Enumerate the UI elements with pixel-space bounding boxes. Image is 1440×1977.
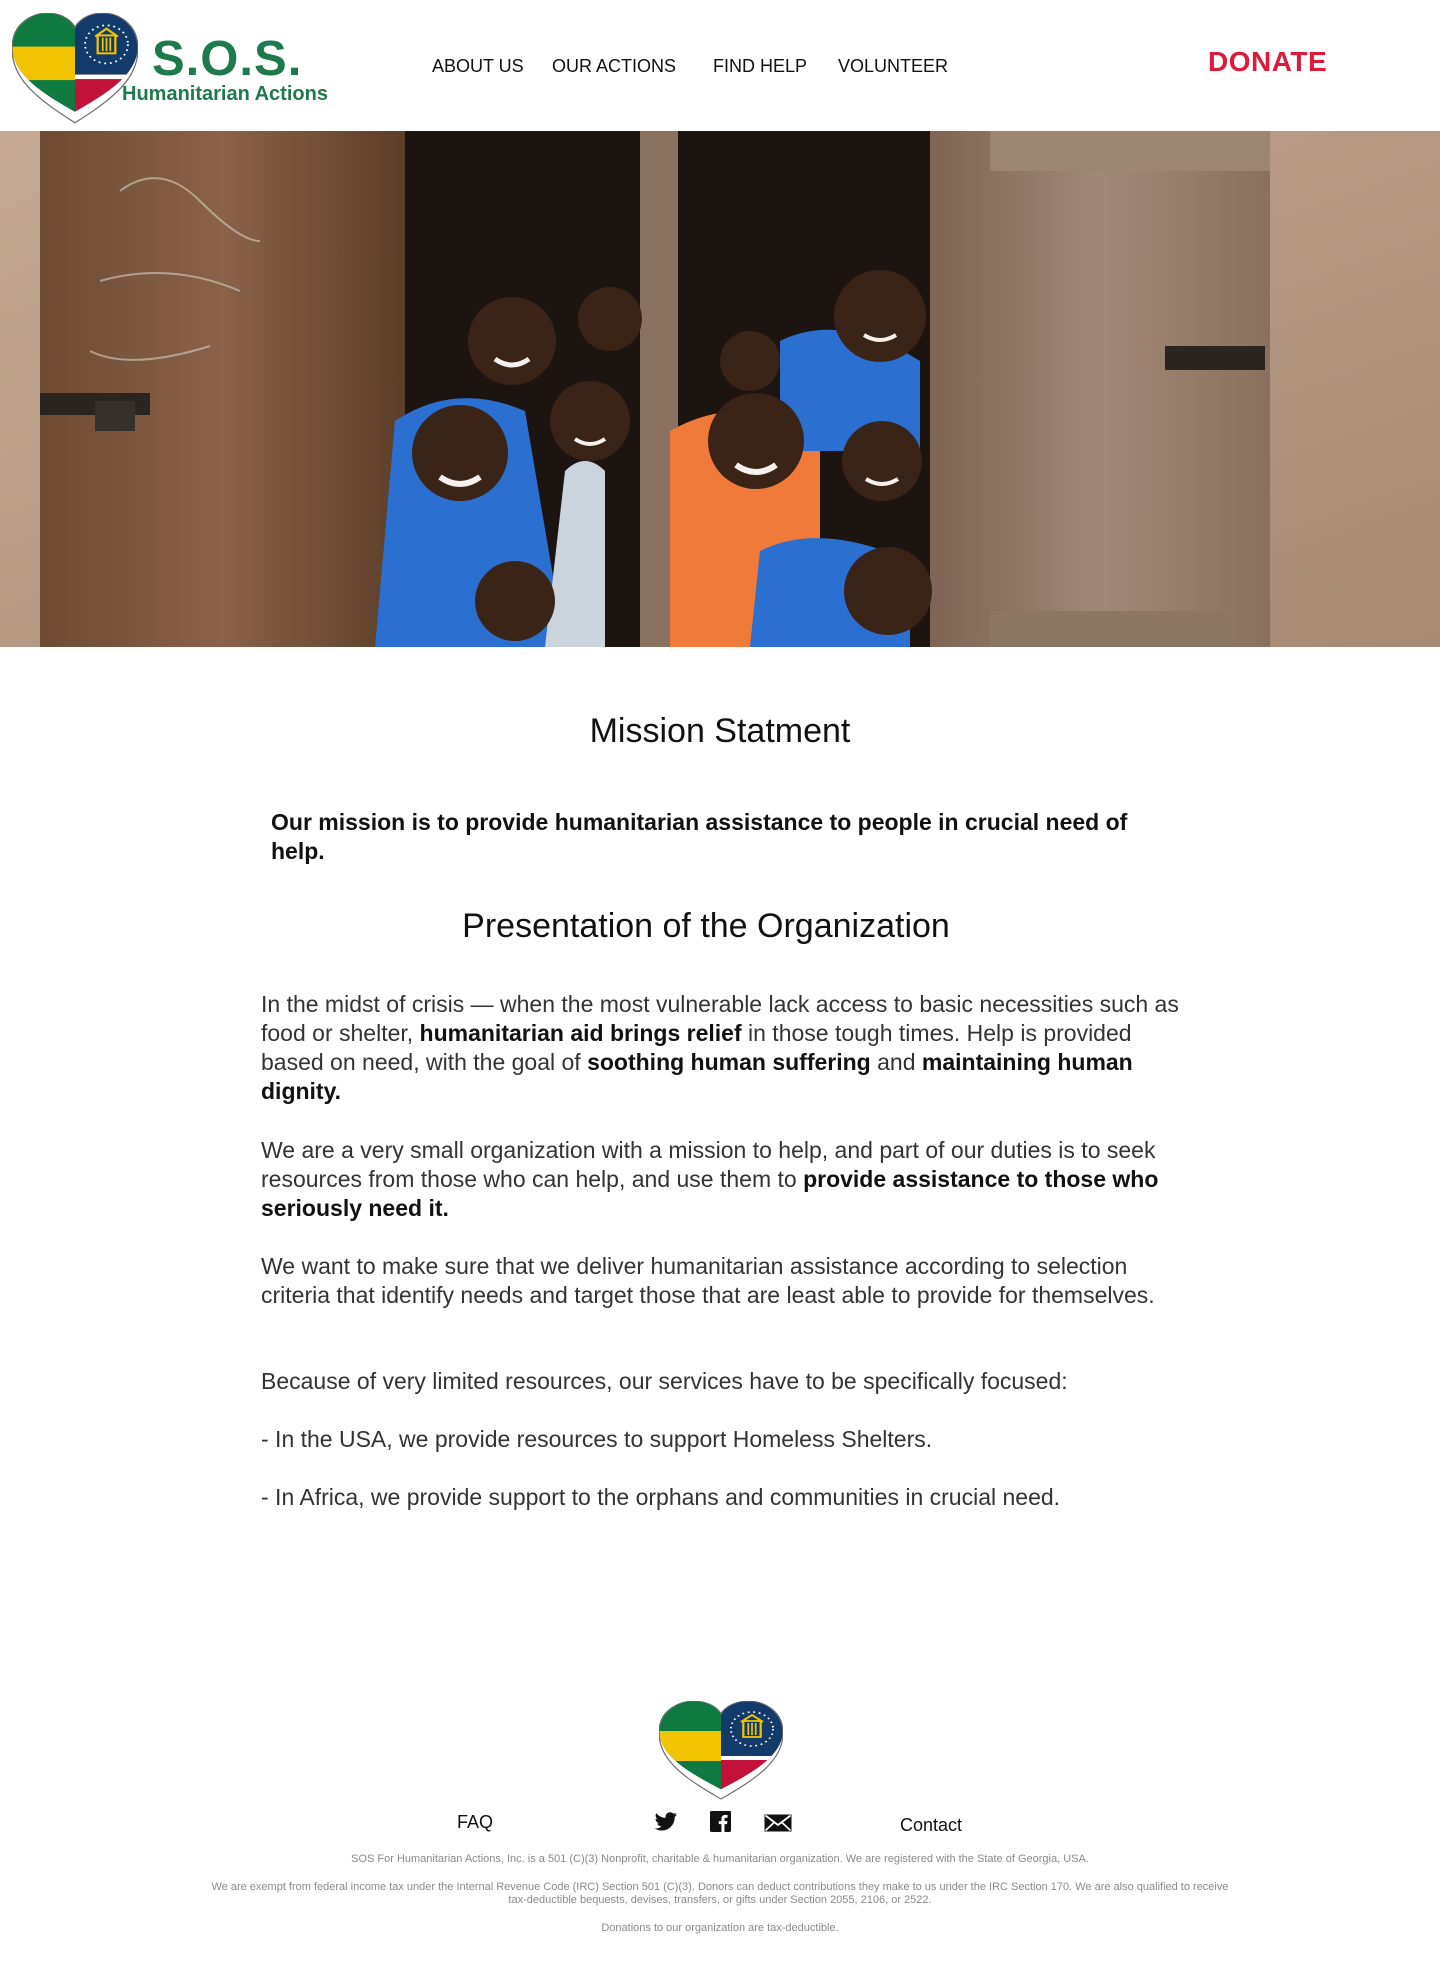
presentation-heading: Presentation of the Organization <box>462 907 950 945</box>
footer-fine-print-2a: We are exempt from federal income tax un… <box>211 1881 1229 1893</box>
site-logo[interactable]: S.O.S. Humanitarian Actions <box>12 13 352 125</box>
heart-flag-logo-icon <box>12 13 138 125</box>
p1-bold-b: humanitarian aid brings relief <box>419 1020 742 1046</box>
footer-fine-print-2b: tax-deductible bequests, devises, transf… <box>508 1894 932 1906</box>
p1-bold-d: soothing human suffering <box>587 1049 871 1075</box>
nav-about-us[interactable]: ABOUT US <box>432 56 524 77</box>
email-icon <box>764 1814 792 1832</box>
footer-heart-logo-icon <box>659 1701 783 1801</box>
services-usa: - In the USA, we provide resources to su… <box>261 1426 933 1452</box>
mission-text: Our mission is to provide humanitarian a… <box>271 809 1128 864</box>
presentation-paragraph-1: In the midst of crisis — when the most v… <box>261 990 1191 1106</box>
mission-heading: Mission Statment <box>589 712 851 750</box>
children-in-doorway-photo <box>0 131 1440 647</box>
logo-title: S.O.S. <box>152 32 303 86</box>
logo-subtitle: Humanitarian Actions <box>122 83 328 105</box>
footer-fine-print-3: Donations to our organization are tax-de… <box>601 1922 839 1934</box>
hero-image <box>0 131 1440 647</box>
email-link[interactable] <box>764 1814 792 1837</box>
nav-find-help[interactable]: FIND HELP <box>713 56 807 77</box>
services-africa: - In Africa, we provide support to the o… <box>261 1484 1061 1510</box>
presentation-paragraph-2: We are a very small organization with a … <box>261 1136 1191 1223</box>
p1-text-e: and <box>870 1049 922 1075</box>
presentation-paragraph-4: Because of very limited resources, our s… <box>261 1368 1068 1394</box>
facebook-icon <box>710 1811 731 1832</box>
nav-volunteer[interactable]: VOLUNTEER <box>838 56 948 77</box>
twitter-icon <box>654 1812 677 1831</box>
footer-faq-link[interactable]: FAQ <box>457 1812 493 1833</box>
site-header: S.O.S. Humanitarian Actions ABOUT US OUR… <box>0 0 1440 131</box>
donate-button[interactable]: DONATE <box>1208 46 1327 78</box>
facebook-link[interactable] <box>710 1811 731 1837</box>
footer-contact-link[interactable]: Contact <box>900 1815 962 1836</box>
twitter-link[interactable] <box>654 1811 678 1838</box>
presentation-paragraph-3: We want to make sure that we deliver hum… <box>261 1253 1155 1308</box>
nav-our-actions[interactable]: OUR ACTIONS <box>552 56 676 77</box>
footer-fine-print-1: SOS For Humanitarian Actions, Inc. is a … <box>351 1853 1089 1865</box>
